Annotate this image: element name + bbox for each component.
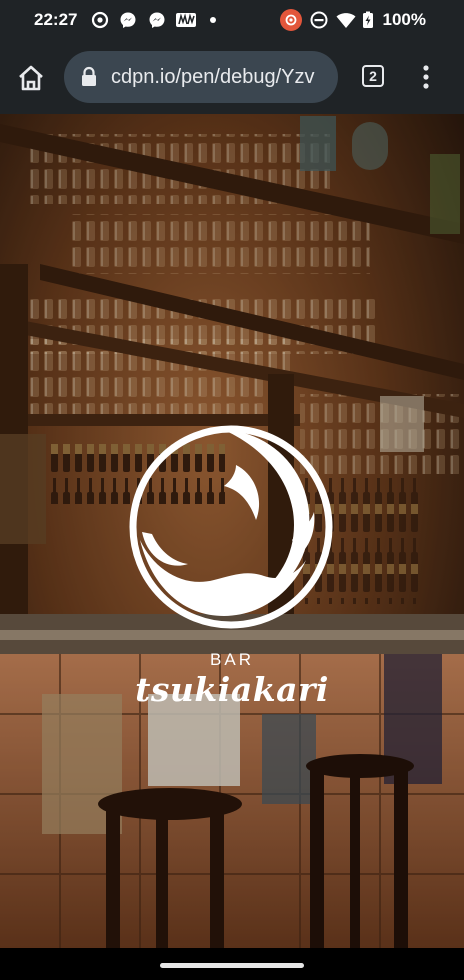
messenger-icon [120,12,136,28]
lock-icon [82,66,96,86]
battery-percent: 100% [382,10,426,29]
record-icon [280,9,302,31]
wifi-icon [336,13,356,28]
bar-label: BAR [210,650,254,669]
more-menu-icon[interactable] [414,64,438,90]
dnd-icon [310,11,328,29]
status-time: 22:27 [34,10,78,29]
messenger-icon [149,12,165,28]
news-icon [176,13,196,27]
hero-section: BAR tsukiakari [0,114,464,948]
tab-count: 2 [369,68,377,84]
brand-name: tsukiakari [135,670,329,709]
url-text: cdpn.io/pen/debug/Yzv [111,66,315,88]
home-gesture-handle[interactable] [160,963,304,968]
browser-toolbar: cdpn.io/pen/debug/Yzv 2 [0,40,464,114]
dot-icon [210,17,216,23]
battery-icon [363,11,373,28]
home-button[interactable] [16,63,46,93]
crescent-moon-logo [129,425,333,629]
address-bar[interactable]: cdpn.io/pen/debug/Yzv [64,51,338,103]
status-bar: 22:27 100% [0,0,464,40]
settings-icon [91,11,109,29]
navigation-bar [0,948,464,980]
tab-switcher-button[interactable]: 2 [362,65,384,87]
